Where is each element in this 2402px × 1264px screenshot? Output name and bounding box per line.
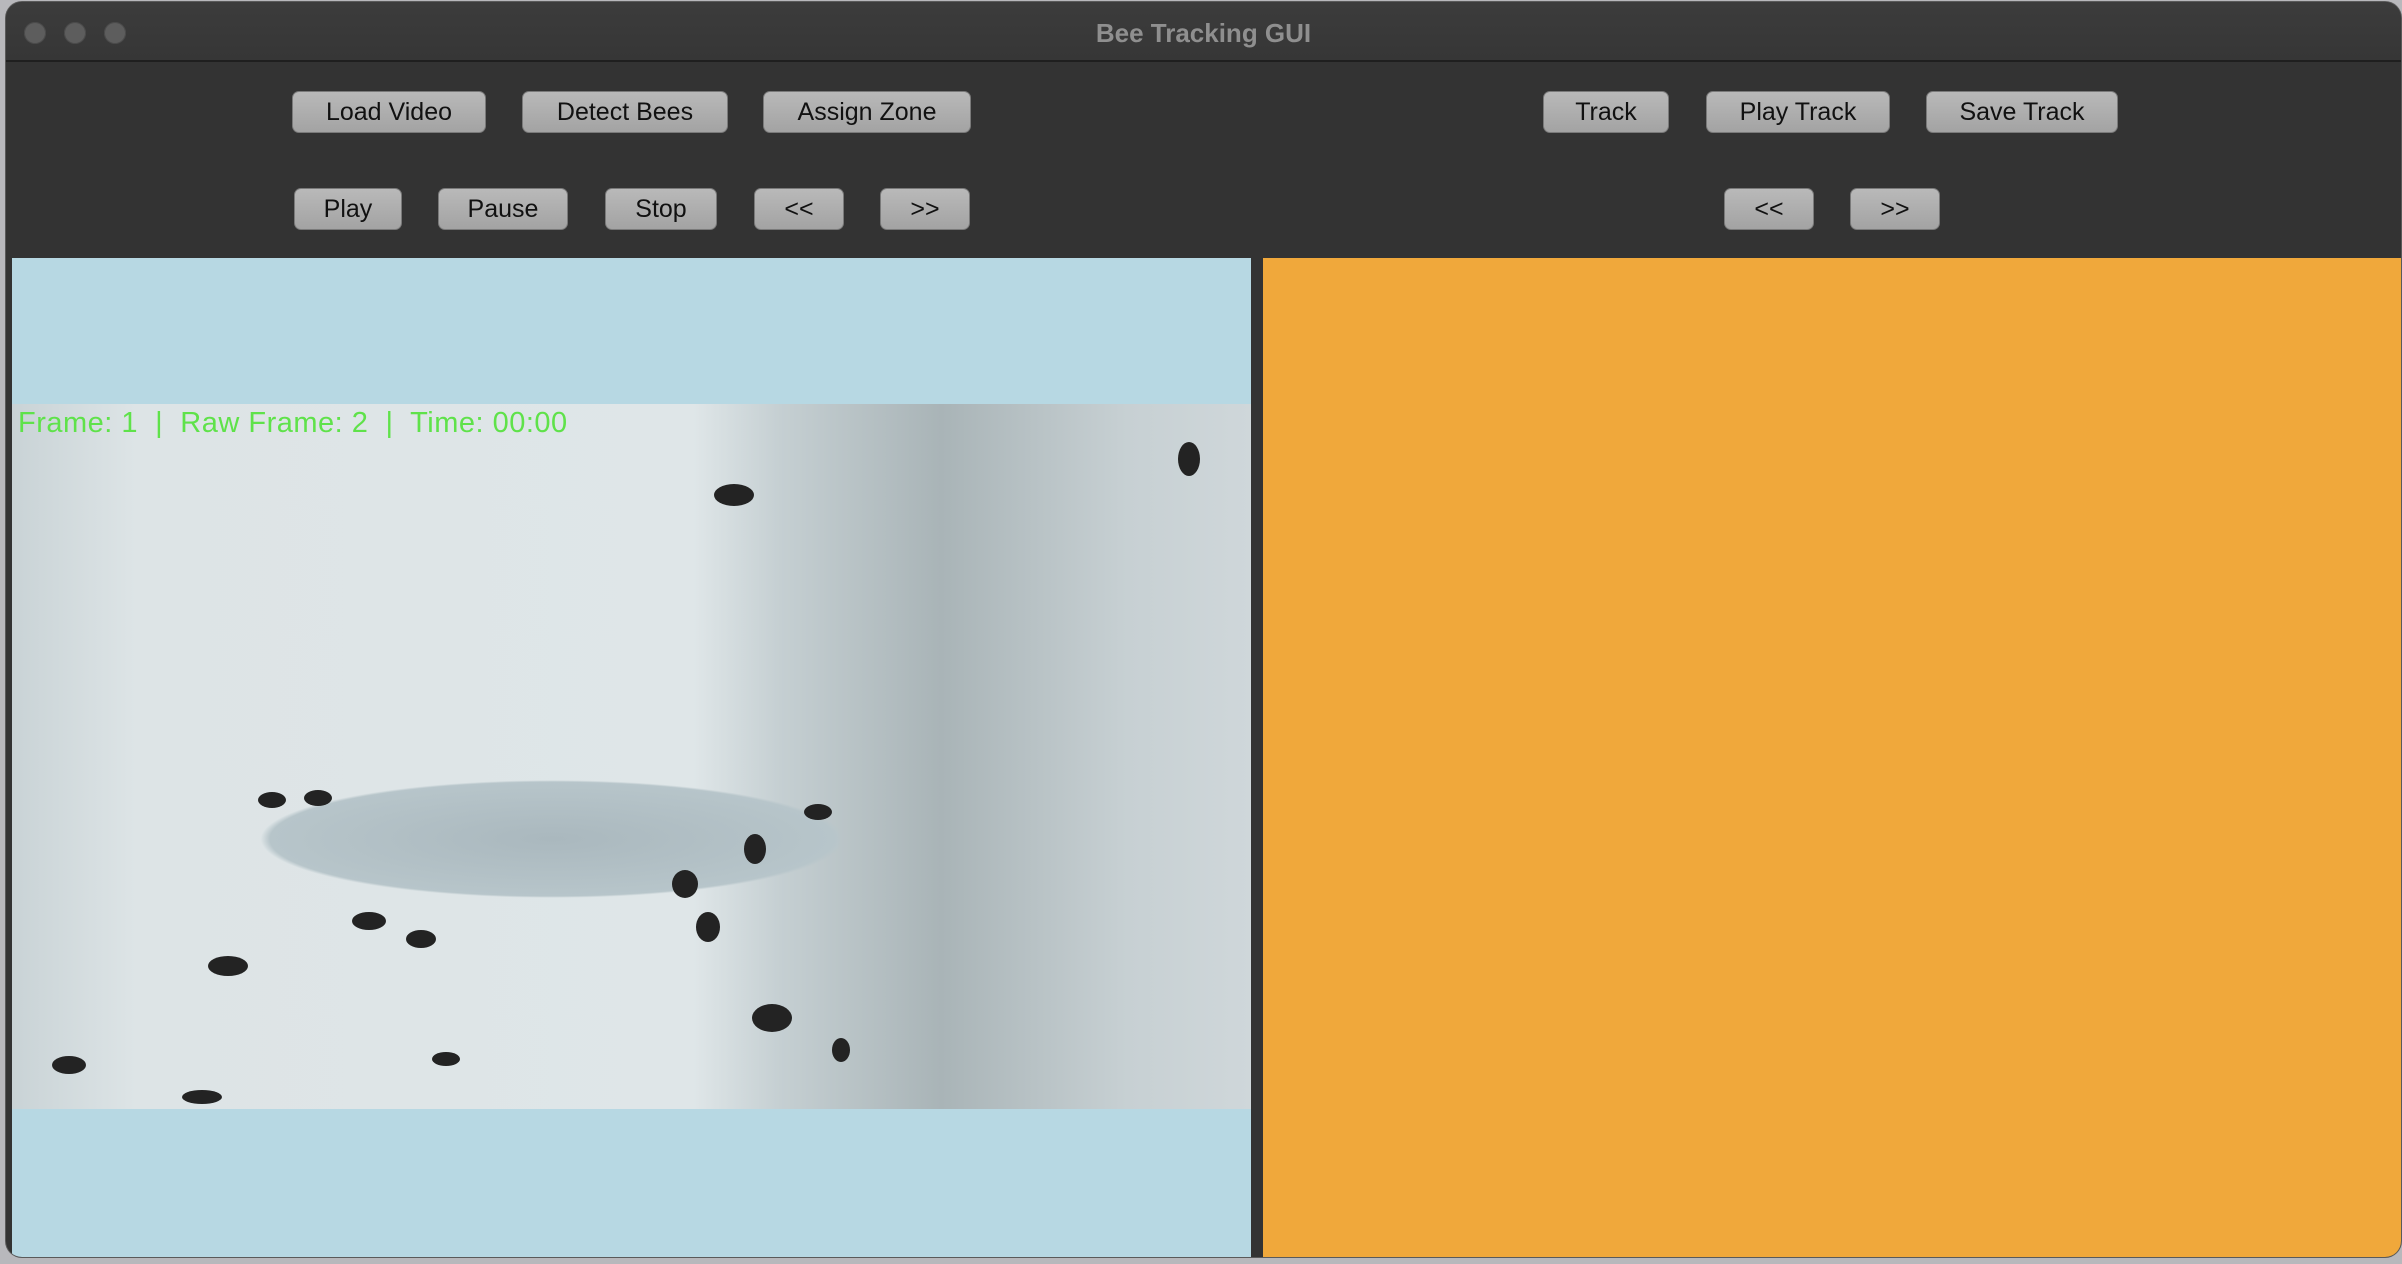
bee-marker xyxy=(258,792,286,808)
bee-marker xyxy=(182,1090,222,1104)
bee-marker xyxy=(696,912,720,942)
bee-marker xyxy=(832,1038,850,1062)
frame-info-overlay: Frame: 1 | Raw Frame: 2 | Time: 00:00 xyxy=(18,407,568,439)
bee-marker xyxy=(714,484,754,506)
bee-marker xyxy=(752,1004,792,1032)
stop-button[interactable]: Stop xyxy=(605,188,717,230)
bee-marker xyxy=(1178,442,1200,476)
video-pane: Frame: 1 | Raw Frame: 2 | Time: 00:00 xyxy=(12,258,1251,1257)
video-frame: Frame: 1 | Raw Frame: 2 | Time: 00:00 xyxy=(12,404,1251,1109)
load-video-button[interactable]: Load Video xyxy=(292,91,486,133)
bee-marker xyxy=(208,956,248,976)
pause-button[interactable]: Pause xyxy=(438,188,568,230)
window-title: Bee Tracking GUI xyxy=(1095,18,1312,48)
bee-marker xyxy=(52,1056,86,1074)
track-pane xyxy=(1263,258,2401,1257)
track-forward-button[interactable]: >> xyxy=(1850,188,1940,230)
track-rewind-button[interactable]: << xyxy=(1724,188,1814,230)
play-button[interactable]: Play xyxy=(294,188,402,230)
bee-marker xyxy=(304,790,332,806)
track-button[interactable]: Track xyxy=(1543,91,1669,133)
bee-marker xyxy=(352,912,386,930)
save-track-button[interactable]: Save Track xyxy=(1926,91,2118,133)
assign-zone-button[interactable]: Assign Zone xyxy=(763,91,971,133)
bee-marker xyxy=(406,930,436,948)
forward-button[interactable]: >> xyxy=(880,188,970,230)
bee-marker xyxy=(804,804,832,820)
title-bar: Bee Tracking GUI xyxy=(6,2,2401,62)
rewind-button[interactable]: << xyxy=(754,188,844,230)
bee-marker xyxy=(744,834,766,864)
app-window: Bee Tracking GUI Load Video Detect Bees … xyxy=(6,2,2401,1257)
detect-bees-button[interactable]: Detect Bees xyxy=(522,91,728,133)
bee-marker xyxy=(672,870,698,898)
bee-marker xyxy=(432,1052,460,1066)
play-track-button[interactable]: Play Track xyxy=(1706,91,1890,133)
